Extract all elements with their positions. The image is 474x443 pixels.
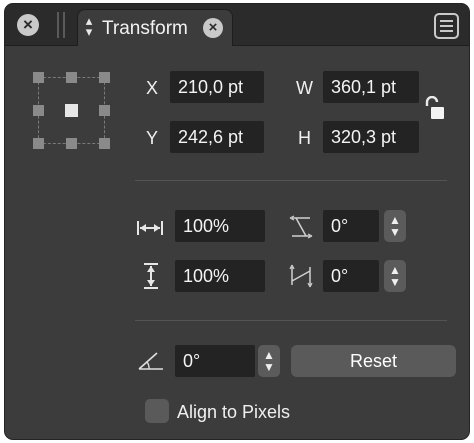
vertical-shear-field[interactable]: 0° — [323, 260, 379, 292]
height-field[interactable]: 320,3 pt — [323, 121, 419, 153]
anchor-bottom-center[interactable] — [66, 138, 77, 149]
anchor-middle-right[interactable] — [99, 105, 110, 116]
x-field[interactable]: 210,0 pt — [170, 71, 264, 103]
unlocked-padlock-icon[interactable] — [425, 96, 447, 122]
vertical-shear-icon — [288, 263, 314, 289]
chevron-up-down-icon[interactable]: ▴ ▾ — [83, 14, 95, 38]
reset-button[interactable]: Reset — [291, 345, 456, 377]
anchor-point-grid — [33, 72, 115, 154]
tab-bar: × ▴ ▾ Transform × — [5, 4, 469, 46]
horizontal-shear-icon — [288, 214, 314, 240]
anchor-middle-left[interactable] — [33, 105, 44, 116]
hamburger-menu-icon[interactable] — [434, 13, 459, 39]
rotation-field[interactable]: 0° — [175, 345, 255, 377]
horizontal-shear-stepper[interactable]: ▲ ▼ — [384, 210, 406, 242]
rotation-stepper[interactable]: ▲ ▼ — [258, 345, 280, 377]
anchor-bottom-left[interactable] — [33, 138, 44, 149]
anchor-top-left[interactable] — [33, 72, 44, 83]
drag-grip-icon[interactable] — [57, 12, 65, 38]
transform-panel: × ▴ ▾ Transform × X 210,0 pt Y 242,6 pt W… — [4, 3, 470, 440]
section-divider — [135, 180, 447, 181]
x-label: X — [146, 78, 159, 98]
align-to-pixels-label[interactable]: Align to Pixels — [177, 402, 292, 423]
h-label: H — [298, 128, 311, 148]
tab-transform[interactable]: ▴ ▾ Transform × — [77, 9, 233, 46]
anchor-center-selected[interactable] — [65, 104, 78, 117]
anchor-top-center[interactable] — [66, 72, 77, 83]
width-field[interactable]: 360,1 pt — [323, 71, 419, 103]
section-divider-2 — [135, 320, 447, 321]
horizontal-shear-field[interactable]: 0° — [323, 210, 379, 242]
vertical-scale-field[interactable]: 100% — [175, 260, 265, 292]
w-label: W — [296, 78, 313, 98]
align-to-pixels-checkbox[interactable] — [145, 399, 169, 423]
close-tab-icon[interactable]: × — [203, 18, 223, 38]
y-label: Y — [146, 128, 159, 148]
close-panel-icon[interactable]: × — [17, 14, 39, 36]
vertical-shear-stepper[interactable]: ▲ ▼ — [384, 260, 406, 292]
y-field[interactable]: 242,6 pt — [170, 121, 264, 153]
anchor-bottom-right[interactable] — [99, 138, 110, 149]
horizontal-scale-icon — [136, 218, 164, 238]
tab-title: Transform — [102, 18, 188, 39]
anchor-top-right[interactable] — [99, 72, 110, 83]
vertical-scale-icon — [141, 262, 161, 290]
rotation-angle-icon — [137, 347, 165, 371]
horizontal-scale-field[interactable]: 100% — [175, 210, 265, 242]
